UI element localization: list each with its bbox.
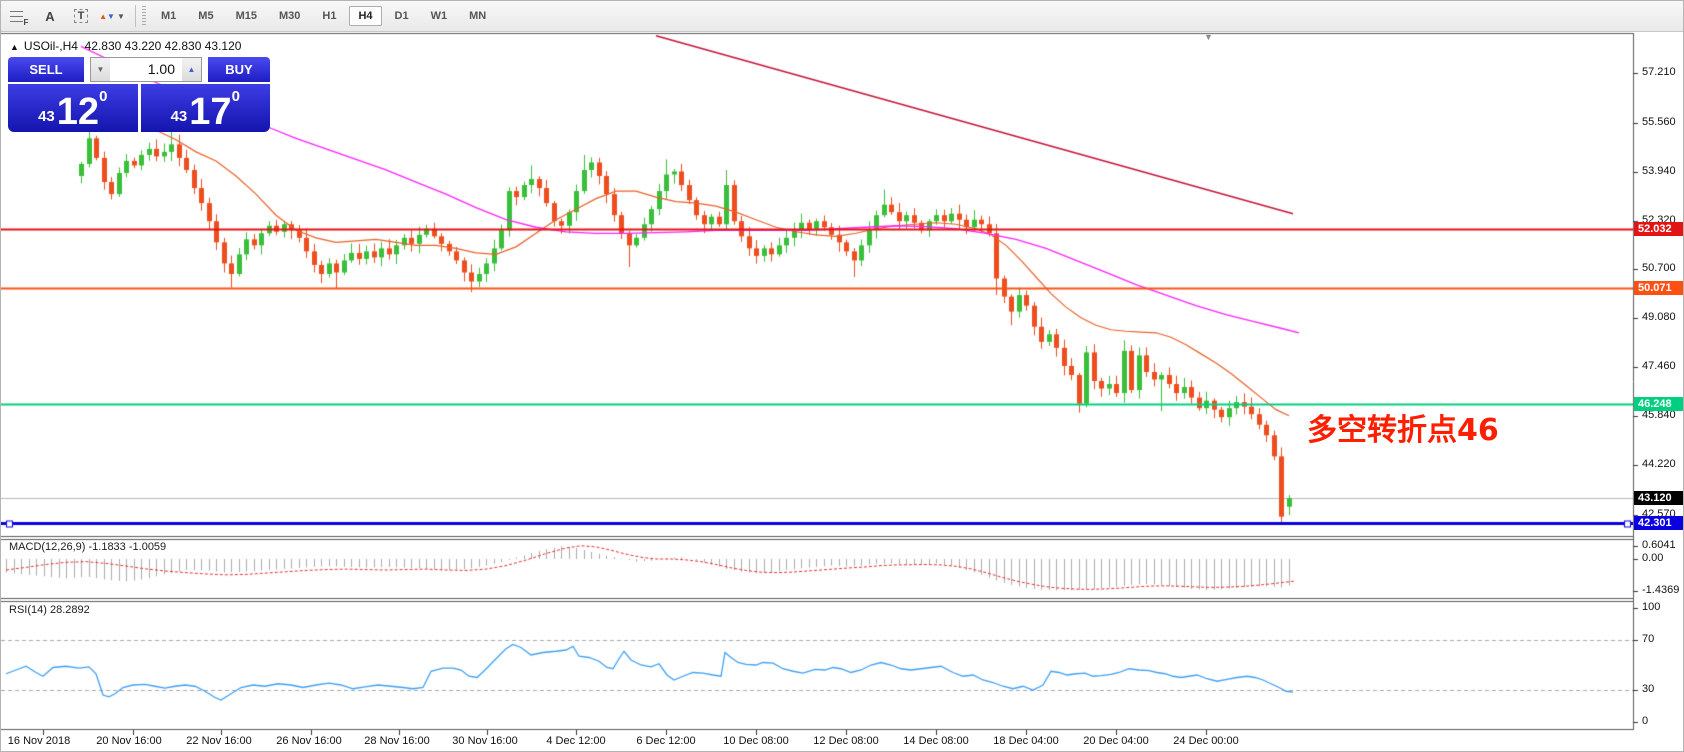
timeframe-m15[interactable]: M15 <box>227 6 266 26</box>
buy-price-big: 17 <box>189 96 231 128</box>
timeframe-h4[interactable]: H4 <box>349 6 381 26</box>
timeframe-mn[interactable]: MN <box>460 6 495 26</box>
timeframe-d1[interactable]: D1 <box>386 6 418 26</box>
timeframe-h1[interactable]: H1 <box>313 6 345 26</box>
sell-price-small: 43 <box>38 108 55 125</box>
timeframe-m5[interactable]: M5 <box>189 6 222 26</box>
mt4-window: F A T ▲▼▼ M1M5M15M30H1H4D1W1MN ▲USOil-,H… <box>0 0 1684 752</box>
fibonacci-icon[interactable]: F <box>6 5 32 27</box>
toolbar: F A T ▲▼▼ M1M5M15M30H1H4D1W1MN <box>1 1 1683 32</box>
timeframe-m1[interactable]: M1 <box>152 6 185 26</box>
dropdown-caret-icon[interactable]: ▼ <box>117 12 125 21</box>
buy-price-small: 43 <box>171 108 188 125</box>
buy-button[interactable]: BUY <box>208 57 270 82</box>
fibonacci-lines-glyph <box>10 11 23 22</box>
toolbar-separator <box>135 5 136 27</box>
buy-price-box[interactable]: 43170 <box>141 84 271 132</box>
sell-price-big: 12 <box>57 96 99 128</box>
text-box-icon[interactable]: T <box>68 5 94 27</box>
text-label-icon[interactable]: A <box>37 5 63 27</box>
arrow-shapes-icon[interactable]: ▲▼▼ <box>99 5 125 27</box>
text-box-glyph: T <box>74 9 89 23</box>
sell-price-box[interactable]: 43120 <box>8 84 138 132</box>
up-arrow-glyph: ▲ <box>99 12 107 21</box>
volume-spinner: ▼ 1.00 ▲ <box>90 57 202 82</box>
volume-increase-button[interactable]: ▲ <box>182 58 201 81</box>
sell-button[interactable]: SELL <box>8 57 84 82</box>
volume-value[interactable]: 1.00 <box>110 58 182 81</box>
down-arrow-glyph: ▼ <box>107 12 115 21</box>
one-click-trading-panel: SELL ▼ 1.00 ▲ BUY 43120 43170 <box>8 57 270 132</box>
fibonacci-f-glyph: F <box>24 18 29 27</box>
buy-price-sup: 0 <box>232 88 240 105</box>
toolbar-grip[interactable] <box>142 6 146 26</box>
timeframe-group: M1M5M15M30H1H4D1W1MN <box>150 6 497 26</box>
timeframe-w1[interactable]: W1 <box>422 6 457 26</box>
timeframe-m30[interactable]: M30 <box>270 6 309 26</box>
volume-decrease-button[interactable]: ▼ <box>91 58 110 81</box>
sell-price-sup: 0 <box>99 88 107 105</box>
